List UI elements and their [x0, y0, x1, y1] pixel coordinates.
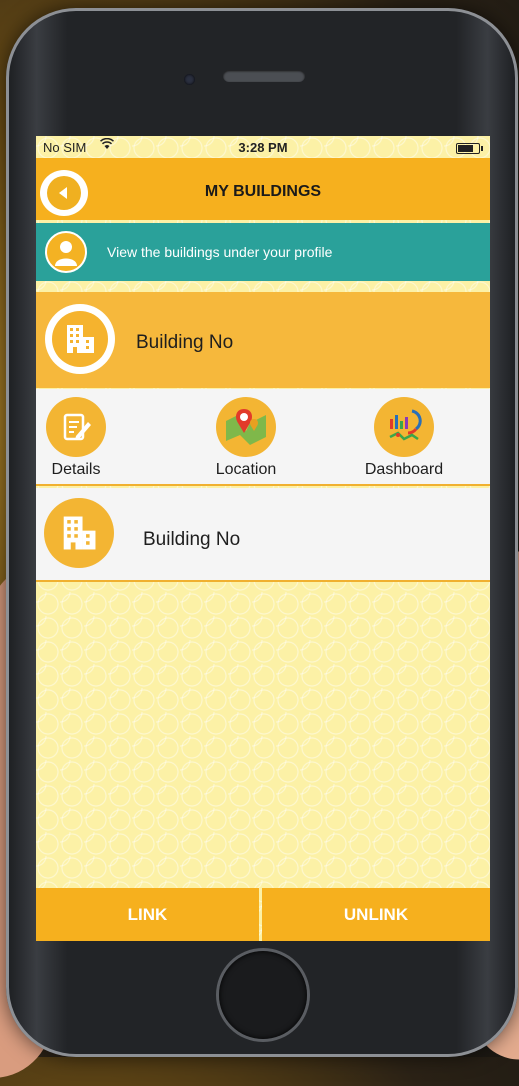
details-button[interactable]: Details [42, 397, 110, 479]
link-button[interactable]: LINK [36, 888, 259, 941]
building-actions-row: Details Location Dashboard [36, 389, 490, 486]
front-camera [184, 74, 195, 85]
building-name: Building No [136, 332, 234, 353]
status-bar: No SIM 3:28 PM [36, 136, 490, 158]
building-card-2[interactable]: Building No [36, 488, 490, 582]
info-banner-text: View the buildings under your profile [107, 244, 333, 260]
building-card-1[interactable]: Building No [36, 292, 490, 388]
info-banner: View the buildings under your profile [36, 223, 490, 281]
earpiece-speaker [223, 70, 305, 82]
map-location-icon [216, 397, 276, 457]
page-title: MY BUILDINGS [204, 183, 322, 200]
bottom-action-bar: LINK UNLINK [36, 888, 490, 941]
building-icon [45, 304, 115, 374]
location-button[interactable]: Location [206, 397, 286, 479]
status-time: 3:28 PM [238, 140, 288, 155]
home-button[interactable] [219, 951, 307, 1039]
building-icon [44, 498, 114, 568]
details-label: Details [51, 461, 101, 478]
unlink-button[interactable]: UNLINK [262, 888, 490, 941]
building-name: Building No [143, 529, 241, 550]
dashboard-button[interactable]: Dashboard [354, 397, 454, 479]
details-edit-icon [46, 397, 106, 457]
battery-icon [456, 143, 483, 154]
dashboard-chart-icon [374, 397, 434, 457]
location-label: Location [215, 461, 277, 478]
battery-fill [458, 145, 473, 152]
app-header: MY BUILDINGS [36, 158, 490, 220]
app-screen: No SIM 3:28 PM MY BUILDINGS View the bui… [36, 136, 490, 941]
dashboard-label: Dashboard [364, 461, 444, 478]
profile-icon [45, 231, 87, 273]
